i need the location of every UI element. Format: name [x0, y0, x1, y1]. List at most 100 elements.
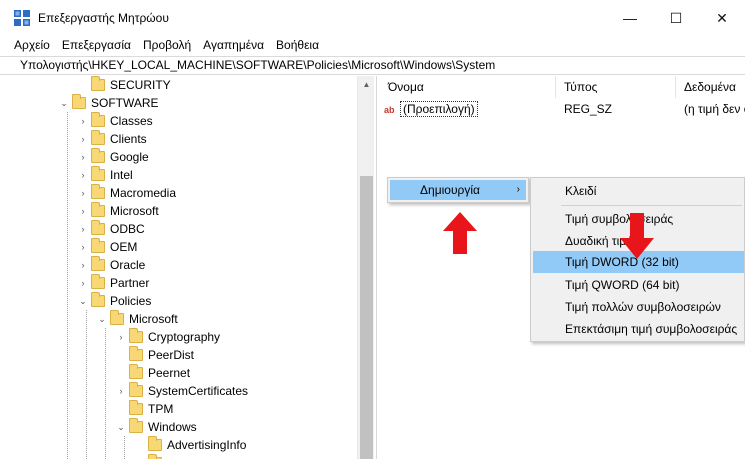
tree-item[interactable]: ⌄ Microsoft [97, 310, 178, 328]
tree-item[interactable]: Peernet [116, 364, 190, 382]
folder-icon [91, 112, 105, 127]
tree-item[interactable]: TPM [116, 400, 173, 418]
folder-icon [72, 94, 86, 109]
tree-scrollbar[interactable]: ▲ [357, 76, 374, 459]
title-bar: Επεξεργαστής Μητρώου — ☐ ✕ [0, 0, 745, 36]
folder-icon [148, 436, 162, 451]
expand-arrow-icon[interactable]: › [116, 386, 126, 396]
expand-arrow-icon[interactable]: › [78, 152, 88, 162]
tree-item-label: Windows [148, 420, 197, 434]
tree-item[interactable]: AdvertisingInfo [135, 436, 246, 454]
tree-item-label: Microsoft [110, 204, 159, 218]
tree-item-label: TPM [148, 402, 174, 416]
tree-item-label: ODBC [110, 222, 145, 236]
submenu-item-multi-string-value[interactable]: Τιμή πολλών συμβολοσειρών [533, 296, 744, 318]
registry-tree: SECURITY ⌄ SOFTWARE › Classes › Clients … [0, 76, 378, 459]
tree-item[interactable]: ⌄ SOFTWARE [59, 94, 159, 112]
tree-item-label: Microsoft [129, 312, 178, 326]
folder-icon [91, 274, 105, 289]
folder-icon [91, 256, 105, 271]
menu-file[interactable]: Αρχείο [14, 36, 50, 56]
folder-icon [91, 292, 105, 307]
folder-icon [129, 328, 143, 343]
tree-item-label: SystemCertificates [148, 384, 249, 398]
tree-item[interactable]: ⌄ Windows [116, 418, 197, 436]
expand-arrow-icon[interactable]: › [78, 242, 88, 252]
folder-icon [129, 382, 143, 397]
tree-item[interactable]: PeerDist [116, 346, 194, 364]
menu-edit[interactable]: Επεξεργασία [62, 36, 131, 56]
close-button[interactable]: ✕ [699, 0, 745, 36]
column-header-data[interactable]: Δεδομένα [676, 76, 745, 98]
tree-item[interactable]: › Clients [78, 130, 147, 148]
tree-item[interactable]: › Macromedia [78, 184, 176, 202]
expand-arrow-icon[interactable]: › [78, 188, 88, 198]
context-menu: Δημιουργία › [387, 177, 529, 203]
tree-item[interactable]: › Classes [78, 112, 153, 130]
folder-icon [91, 202, 105, 217]
registry-editor-icon [14, 10, 30, 26]
collapse-arrow-icon[interactable]: ⌄ [78, 296, 88, 307]
tree-item-label: SOFTWARE [91, 96, 159, 110]
expand-arrow-icon[interactable]: › [78, 170, 88, 180]
window-title: Επεξεργαστής Μητρώου [38, 11, 169, 25]
submenu-item-key[interactable]: Κλειδί [533, 180, 744, 202]
tree-item[interactable]: › Google [78, 148, 149, 166]
tree-item[interactable]: SECURITY [78, 76, 171, 94]
tree-item[interactable]: › Microsoft [78, 202, 159, 220]
tree-item[interactable]: › ODBC [78, 220, 145, 238]
collapse-arrow-icon[interactable]: ⌄ [97, 314, 107, 325]
tree-item[interactable]: › Cryptography [116, 328, 220, 346]
expand-arrow-icon[interactable]: › [78, 224, 88, 234]
submenu-item-expandable-string-value[interactable]: Επεκτάσιμη τιμή συμβολοσειράς [533, 318, 744, 340]
value-name: (Προεπιλογή) [400, 101, 478, 117]
scroll-up-arrow-icon[interactable]: ▲ [358, 76, 375, 93]
tree-item-label: SECURITY [110, 78, 171, 92]
tree-item[interactable]: › SystemCertificates [116, 382, 248, 400]
tree-item-label: AdvertisingInfo [167, 438, 247, 452]
expand-arrow-icon[interactable]: › [78, 134, 88, 144]
column-header-type[interactable]: Τύπος [556, 76, 676, 98]
value-data: (η τιμή δεν ο [684, 102, 745, 116]
tree-item-label: Clients [110, 132, 147, 146]
tree-item[interactable]: ⌄ Policies [78, 292, 151, 310]
tree-item-label: PeerDist [148, 348, 195, 362]
menu-item-new[interactable]: Δημιουργία › [390, 180, 526, 200]
collapse-arrow-icon[interactable]: ⌄ [116, 422, 126, 433]
maximize-button[interactable]: ☐ [653, 0, 699, 36]
tree-item[interactable]: › OEM [78, 238, 137, 256]
folder-icon [91, 130, 105, 145]
red-down-arrow-icon [620, 213, 654, 259]
folder-icon [91, 166, 105, 181]
tree-item[interactable]: › Partner [78, 274, 149, 292]
scrollbar-thumb[interactable] [360, 176, 373, 459]
tree-item-label: Partner [110, 276, 150, 290]
tree-item-label: Google [110, 150, 149, 164]
menu-separator [561, 205, 742, 206]
value-row-name[interactable]: ab (Προεπιλογή) [384, 100, 478, 118]
tree-item-label: Cryptography [148, 330, 221, 344]
tree-item[interactable] [135, 454, 167, 459]
address-bar[interactable]: Υπολογιστής\HKEY_LOCAL_MACHINE\SOFTWARE\… [0, 56, 745, 75]
folder-icon [91, 220, 105, 235]
tree-item-label: OEM [110, 240, 138, 254]
menu-view[interactable]: Προβολή [143, 36, 191, 56]
tree-item[interactable]: › Oracle [78, 256, 145, 274]
menu-help[interactable]: Βοήθεια [276, 36, 319, 56]
expand-arrow-icon[interactable]: › [78, 278, 88, 288]
folder-icon [91, 238, 105, 253]
column-header-name[interactable]: Όνομα [380, 76, 556, 98]
submenu-item-qword-value[interactable]: Τιμή QWORD (64 bit) [533, 274, 744, 296]
expand-arrow-icon[interactable]: › [78, 260, 88, 270]
menu-favorites[interactable]: Αγαπημένα [203, 36, 264, 56]
expand-arrow-icon[interactable]: › [78, 206, 88, 216]
menu-item-new-label: Δημιουργία [420, 183, 480, 197]
folder-icon [91, 76, 105, 91]
string-value-icon: ab [384, 104, 395, 115]
minimize-button[interactable]: — [607, 0, 653, 36]
expand-arrow-icon[interactable]: › [116, 332, 126, 342]
tree-item[interactable]: › Intel [78, 166, 133, 184]
collapse-arrow-icon[interactable]: ⌄ [59, 98, 69, 109]
expand-arrow-icon[interactable]: › [78, 116, 88, 126]
folder-icon [110, 310, 124, 325]
